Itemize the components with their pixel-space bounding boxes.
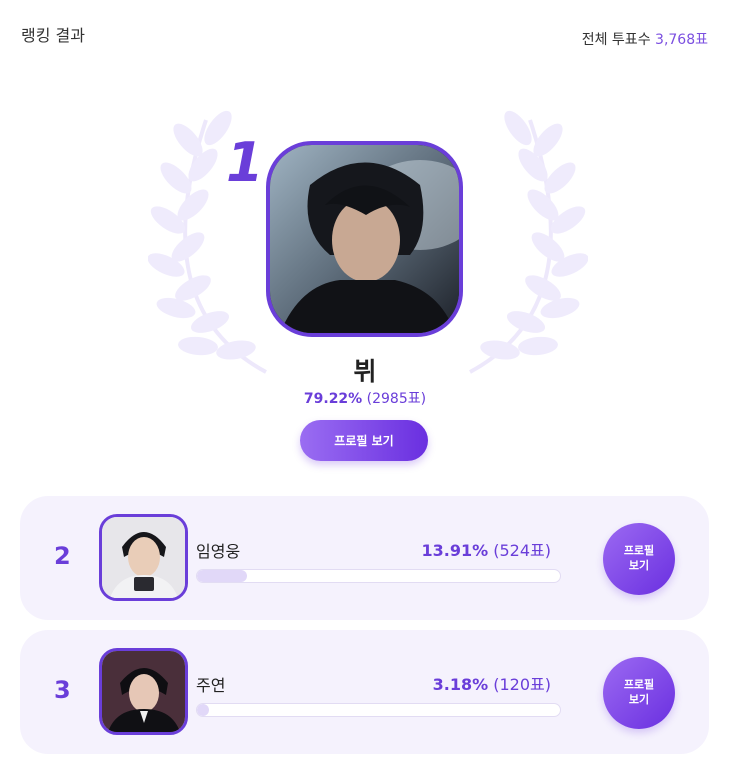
winner-percent: 79.22% bbox=[303, 391, 363, 407]
winner-portrait-image bbox=[270, 145, 459, 333]
page-title: 랭킹 결과 bbox=[21, 26, 85, 45]
candidate-photo bbox=[99, 648, 188, 735]
results-header: 랭킹 결과 전체 투표수 3,768표 bbox=[0, 0, 730, 70]
vote-progress-fill bbox=[197, 704, 209, 716]
candidate-portrait-image bbox=[102, 517, 185, 598]
profile-button[interactable]: 프로필 보기 bbox=[603, 657, 675, 729]
winner-name: 뷔 bbox=[353, 357, 377, 386]
ranking-card-3: 3 주연 3.18% (120표) 프로필 보기 bbox=[20, 630, 709, 754]
ranking-card-2: 2 임영웅 13.91% (524표) 프로필 보기 bbox=[20, 496, 709, 620]
candidate-name: 임영웅 bbox=[196, 542, 241, 561]
candidate-name: 주연 bbox=[196, 676, 226, 695]
total-votes: 전체 투표수 3,768표 bbox=[582, 29, 708, 49]
winner-profile-button[interactable]: 프로필 보기 bbox=[300, 420, 428, 461]
vote-progress-fill bbox=[197, 570, 248, 582]
laurel-wreath-right-icon bbox=[469, 110, 588, 374]
vote-progress-bar bbox=[196, 703, 561, 717]
winner-photo bbox=[266, 141, 463, 337]
rank-number: 2 bbox=[54, 542, 71, 570]
candidate-stat: 13.91% (524표) bbox=[422, 537, 551, 561]
candidate-photo bbox=[99, 514, 188, 601]
candidate-percent: 13.91% bbox=[421, 541, 489, 560]
winner-stat: 79.22% (2985표) bbox=[0, 388, 730, 408]
winner-rank: 1 bbox=[226, 131, 264, 194]
candidate-votes: (120표) bbox=[493, 675, 551, 694]
candidate-votes: (524표) bbox=[493, 541, 551, 560]
total-votes-label: 전체 투표수 bbox=[581, 32, 651, 48]
winner-votes: (2985표) bbox=[366, 391, 427, 407]
candidate-portrait-image bbox=[102, 651, 185, 732]
candidate-percent: 3.18% bbox=[432, 675, 489, 694]
candidate-stat: 3.18% (120표) bbox=[433, 671, 551, 695]
profile-button[interactable]: 프로필 보기 bbox=[603, 523, 675, 595]
total-votes-value: 3,768표 bbox=[655, 32, 708, 48]
rank-number: 3 bbox=[54, 676, 71, 704]
vote-progress-bar bbox=[196, 569, 561, 583]
